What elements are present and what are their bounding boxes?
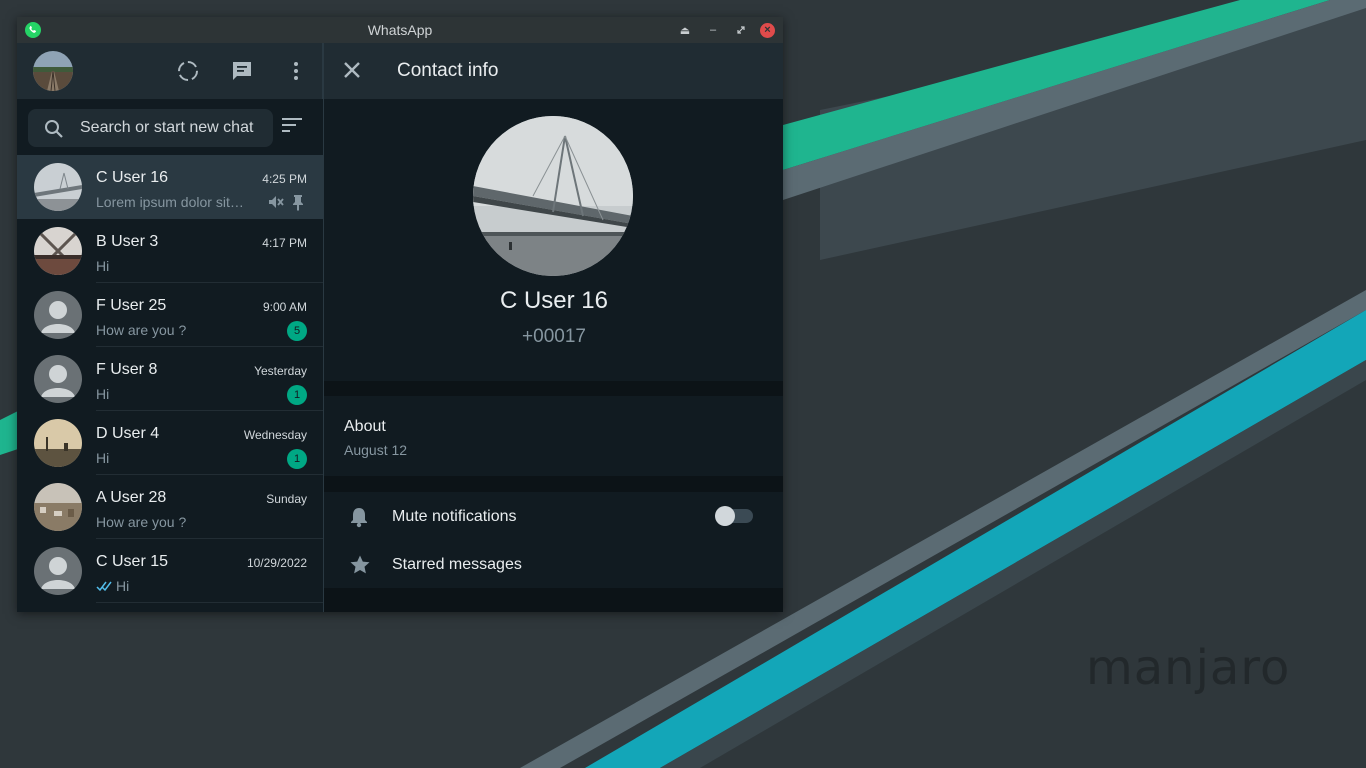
close-icon[interactable] bbox=[342, 60, 364, 82]
avatar[interactable] bbox=[33, 51, 73, 91]
double-check-icon bbox=[96, 579, 114, 592]
search-input[interactable] bbox=[80, 109, 265, 147]
avatar bbox=[34, 547, 82, 595]
list-item[interactable]: D User 4 Wednesday Hi 1 bbox=[17, 411, 323, 475]
mute-notifications-label: Mute notifications bbox=[392, 508, 517, 525]
mute-icon bbox=[267, 193, 285, 211]
list-item[interactable]: F User 25 9:00 AM How are you ? 5 bbox=[17, 283, 323, 347]
chat-sidebar: C User 16 4:25 PM Lorem ipsum dolor sit … bbox=[17, 43, 323, 612]
bell-icon bbox=[349, 506, 371, 528]
about-label: About bbox=[344, 418, 386, 435]
search-icon bbox=[44, 119, 64, 139]
sidebar-header bbox=[17, 43, 323, 99]
contact-info-panel: Contact info C User 16 +00017 About Augu… bbox=[323, 43, 783, 612]
chat-name: A User 28 bbox=[96, 489, 167, 506]
avatar bbox=[34, 291, 82, 339]
pin-icon bbox=[289, 193, 307, 211]
list-item[interactable]: B User 3 4:17 PM Hi bbox=[17, 219, 323, 283]
chat-last-message: Hi bbox=[96, 386, 110, 402]
new-chat-icon[interactable] bbox=[230, 59, 254, 83]
chat-name: C User 16 bbox=[96, 169, 169, 186]
list-item[interactable]: C User 16 4:25 PM Lorem ipsum dolor sit … bbox=[17, 155, 323, 219]
avatar bbox=[34, 483, 82, 531]
starred-messages-row[interactable]: Starred messages bbox=[324, 540, 783, 588]
chat-time: 4:17 PM bbox=[262, 236, 307, 250]
chat-last-message: Hi bbox=[116, 578, 130, 594]
chat-name: C User 15 bbox=[96, 553, 169, 570]
menu-icon[interactable] bbox=[284, 59, 308, 83]
chat-time: 4:25 PM bbox=[262, 172, 307, 186]
starred-messages-label: Starred messages bbox=[392, 556, 522, 573]
contact-info-header: Contact info bbox=[324, 43, 783, 99]
about-section: About August 12 bbox=[324, 396, 783, 476]
avatar[interactable] bbox=[473, 116, 633, 276]
mute-notifications-toggle[interactable] bbox=[715, 506, 753, 526]
eject-icon[interactable]: ⏏ bbox=[676, 21, 694, 39]
window-title: WhatsApp bbox=[367, 22, 433, 38]
chat-last-message: How are you ? bbox=[96, 514, 187, 530]
chat-name: F User 25 bbox=[96, 297, 167, 314]
chat-name: B User 3 bbox=[96, 233, 159, 250]
chat-last-message: Hi bbox=[96, 258, 110, 274]
chat-last-message: Hi bbox=[96, 450, 110, 466]
contact-phone: +00017 bbox=[522, 326, 586, 347]
avatar bbox=[34, 163, 82, 211]
chat-time: Wednesday bbox=[243, 428, 307, 442]
minimize-icon[interactable]: – bbox=[704, 21, 722, 39]
avatar bbox=[34, 419, 82, 467]
contact-profile: C User 16 +00017 bbox=[324, 99, 783, 381]
filter-icon[interactable] bbox=[282, 118, 304, 138]
search-box[interactable] bbox=[28, 109, 273, 147]
desktop-watermark: manjaro bbox=[1086, 640, 1291, 696]
close-icon[interactable]: × bbox=[760, 22, 775, 38]
whatsapp-window: WhatsApp ⏏ – × Search or start new chat … bbox=[17, 17, 783, 612]
status-icon[interactable] bbox=[176, 59, 200, 83]
chat-last-message: How are you ? bbox=[96, 322, 187, 338]
chat-last-message: Lorem ipsum dolor sit amet bbox=[96, 194, 246, 210]
unread-badge: 1 bbox=[287, 449, 307, 469]
contact-actions: Mute notifications Starred messages bbox=[324, 492, 783, 588]
chat-name: F User 8 bbox=[96, 361, 158, 378]
chat-time: Sunday bbox=[266, 492, 307, 506]
list-item[interactable]: C User 15 10/29/2022 Hi bbox=[17, 539, 323, 603]
toggle-knob bbox=[715, 506, 735, 526]
unread-badge: 5 bbox=[287, 321, 307, 341]
about-value: August 12 bbox=[344, 442, 408, 458]
avatar bbox=[34, 355, 82, 403]
page-title: Contact info bbox=[397, 60, 499, 81]
chat-time: 9:00 AM bbox=[262, 300, 307, 314]
chat-time: Yesterday bbox=[254, 364, 307, 378]
search-row bbox=[17, 99, 323, 155]
chat-name: D User 4 bbox=[96, 425, 160, 442]
list-item[interactable]: F User 8 Yesterday Hi 1 bbox=[17, 347, 323, 411]
restore-icon[interactable] bbox=[732, 21, 750, 39]
mute-notifications-row[interactable]: Mute notifications bbox=[324, 492, 783, 540]
unread-badge: 1 bbox=[287, 385, 307, 405]
contact-name: C User 16 bbox=[499, 287, 609, 314]
window-titlebar[interactable]: WhatsApp ⏏ – × bbox=[17, 17, 783, 43]
avatar bbox=[34, 227, 82, 275]
chat-time: 10/29/2022 bbox=[246, 556, 307, 570]
chat-list: C User 16 4:25 PM Lorem ipsum dolor sit … bbox=[17, 155, 323, 612]
star-icon bbox=[349, 554, 371, 576]
list-item[interactable]: A User 28 Sunday How are you ? bbox=[17, 475, 323, 539]
